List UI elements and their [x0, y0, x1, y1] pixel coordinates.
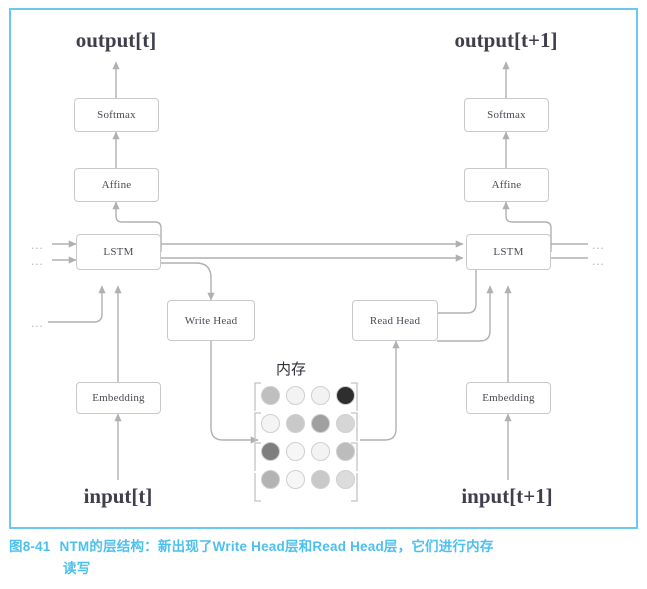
memory-cell	[311, 442, 330, 461]
figure-root: output[t] Softmax Affine LSTM Write Head…	[0, 0, 647, 589]
memory-cell	[336, 442, 355, 461]
memory-cell	[261, 442, 280, 461]
figure-caption: 图8-41 NTM的层结构：新出现了Write Head层和Read Head层，…	[9, 536, 639, 580]
memory-title: 内存	[276, 362, 307, 378]
caption-line-1: NTM的层结构：新出现了Write Head层和Read Head层，它们进行内…	[59, 539, 494, 554]
affine-box-left[interactable]: Affine	[74, 168, 159, 202]
memory-cell	[286, 414, 305, 433]
memory-cell	[336, 386, 355, 405]
memory-cell	[261, 414, 280, 433]
embedding-box-left[interactable]: Embedding	[76, 382, 161, 414]
ellipsis-left-lower: ...	[31, 253, 44, 268]
memory-cell	[311, 386, 330, 405]
memory-cell	[286, 470, 305, 489]
embedding-box-right[interactable]: Embedding	[466, 382, 551, 414]
ellipsis-left-upper: ...	[31, 237, 44, 252]
memory-cell	[286, 442, 305, 461]
memory-cell	[311, 414, 330, 433]
memory-cell	[286, 386, 305, 405]
caption-line-2: 读写	[63, 561, 91, 576]
memory-cell	[261, 470, 280, 489]
ellipsis-left-bottom: ...	[31, 315, 44, 330]
ellipsis-right-upper: ...	[592, 237, 605, 252]
read-head-box[interactable]: Read Head	[352, 300, 438, 341]
memory-cell	[336, 470, 355, 489]
memory-matrix	[261, 386, 357, 491]
lstm-box-left[interactable]: LSTM	[76, 234, 161, 270]
caption-number: 图8-41	[9, 539, 51, 554]
softmax-box-right[interactable]: Softmax	[464, 98, 549, 132]
affine-box-right[interactable]: Affine	[464, 168, 549, 202]
input-label-right: input[t+1]	[461, 484, 553, 508]
output-label-left: output[t]	[75, 28, 157, 52]
input-label-left: input[t]	[83, 484, 153, 508]
output-label-right: output[t+1]	[454, 28, 558, 52]
softmax-box-left[interactable]: Softmax	[74, 98, 159, 132]
ellipsis-right-lower: ...	[592, 253, 605, 268]
memory-cell	[311, 470, 330, 489]
write-head-box[interactable]: Write Head	[167, 300, 255, 341]
memory-cell	[336, 414, 355, 433]
memory-cell	[261, 386, 280, 405]
lstm-box-right[interactable]: LSTM	[466, 234, 551, 270]
